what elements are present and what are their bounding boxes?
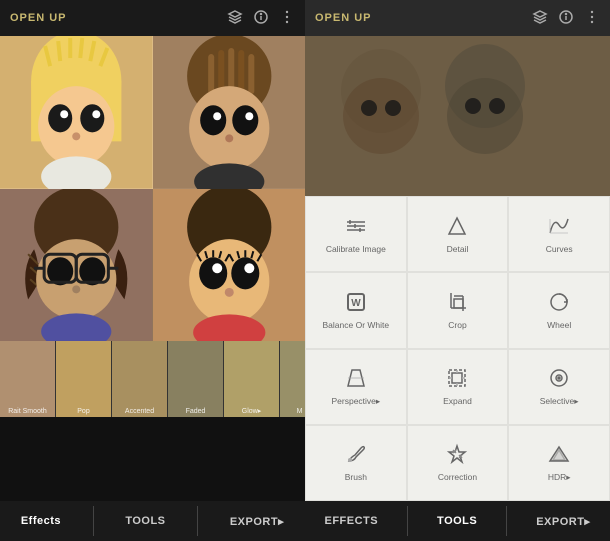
tool-detail[interactable]: Detail [407,196,509,272]
left-bottom-toolbar: Effects TOOLS EXPORT▸ [0,501,305,541]
effects-label: Effects [21,515,61,527]
thumb-1[interactable]: Rait Smooth [0,341,56,417]
thumbnails-strip: Rait Smooth Pop Accented Faded Glow▸ M [0,341,305,417]
balance-icon: W [345,291,367,317]
thumb-5-label: Glow▸ [224,407,279,415]
right-export-label: EXPORT▸ [536,515,590,528]
correction-label: Correction [438,472,477,482]
selective-label: Selective▸ [540,396,579,406]
funko-tr [153,36,306,189]
tool-curves[interactable]: Curves [508,196,610,272]
calibrate-label: Calibrate Image [326,244,386,254]
layers-icon[interactable] [227,9,243,28]
tools-label: TOOLS [125,515,165,527]
tool-hdr[interactable]: HDR▸ [508,425,610,501]
calibrate-icon [345,215,367,241]
right-app-title: OPEN UP [315,12,372,24]
thumb-6[interactable]: M [280,341,305,417]
tool-wheel[interactable]: Wheel [508,272,610,348]
right-header-icons [532,9,600,28]
tool-crop[interactable]: Crop [407,272,509,348]
brush-label: Brush [345,472,367,482]
hdr-label: HDR▸ [548,472,571,482]
right-tools-label: TOOLS [437,515,477,527]
right-layers-icon[interactable] [532,9,548,28]
thumb-2-label: Pop [56,408,111,415]
brush-icon [345,443,367,469]
funko-bl [0,189,153,342]
right-toolbar-divider-2 [506,506,507,536]
right-more-icon[interactable] [584,9,600,28]
right-panel: OPEN UP [305,0,610,541]
tool-selective[interactable]: Selective▸ [508,349,610,425]
thumb-4-label: Faded [168,408,223,415]
curves-label: Curves [546,244,573,254]
thumb-3[interactable]: Accented [112,341,168,417]
tool-calibrate[interactable]: Calibrate Image [305,196,407,272]
right-tools-tab[interactable]: TOOLS [427,515,487,527]
tool-perspective[interactable]: Perspective▸ [305,349,407,425]
right-info-icon[interactable] [558,9,574,28]
perspective-label: Perspective▸ [331,396,380,406]
thumb-5[interactable]: Glow▸ [224,341,280,417]
funko-br [153,189,306,342]
thumb-3-label: Accented [112,408,167,415]
funko-tl [0,36,153,189]
hdr-icon [548,443,570,469]
selective-icon [548,367,570,393]
right-toolbar-divider-1 [407,506,408,536]
toolbar-divider-2 [197,506,198,536]
curves-icon [548,215,570,241]
effects-tab[interactable]: Effects [11,515,71,527]
left-app-title: OPEN UP [10,12,67,24]
more-icon[interactable] [279,9,295,28]
thumb-4[interactable]: Faded [168,341,224,417]
crop-label: Crop [448,320,466,330]
correction-icon [446,443,468,469]
detail-label: Detail [447,244,469,254]
right-header: OPEN UP [305,0,610,36]
tool-correction[interactable]: Correction [407,425,509,501]
wheel-icon [548,291,570,317]
perspective-icon [345,367,367,393]
svg-text:W: W [351,298,361,309]
expand-label: Expand [443,396,472,406]
left-header: OPEN UP [0,0,305,36]
export-tab[interactable]: EXPORT▸ [220,515,294,528]
wheel-label: Wheel [547,320,571,330]
tool-expand[interactable]: Expand [407,349,509,425]
left-header-icons [227,9,295,28]
right-main-image [305,36,610,196]
thumb-6-label: M [280,408,305,415]
thumb-2[interactable]: Pop [56,341,112,417]
toolbar-divider-1 [93,506,94,536]
tool-brush[interactable]: Brush [305,425,407,501]
tools-grid: Calibrate Image Detail Curves [305,196,610,501]
tool-balance[interactable]: W Balance Or White [305,272,407,348]
expand-icon [446,367,468,393]
export-label: EXPORT▸ [230,515,284,528]
right-effects-tab[interactable]: EFFECTS [314,515,388,527]
thumb-1-label: Rait Smooth [0,408,55,415]
crop-icon [446,291,468,317]
left-panel: OPEN UP [0,0,305,541]
detail-icon [446,215,468,241]
right-bottom-toolbar: EFFECTS TOOLS EXPORT▸ [305,501,610,541]
balance-label: Balance Or White [323,320,390,330]
info-icon[interactable] [253,9,269,28]
tools-tab[interactable]: TOOLS [115,515,175,527]
main-image [0,36,305,341]
right-export-tab[interactable]: EXPORT▸ [526,515,600,528]
right-effects-label: EFFECTS [324,515,378,527]
